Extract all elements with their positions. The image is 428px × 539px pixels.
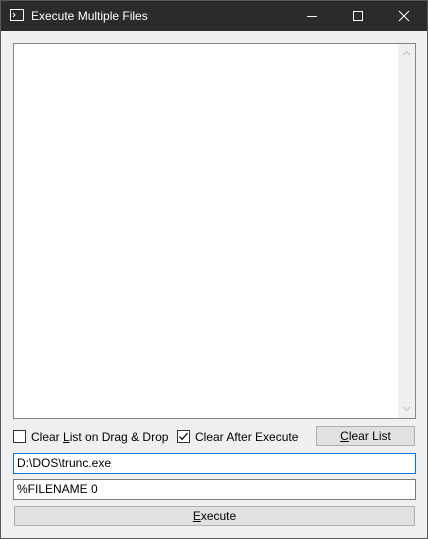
clear-list-on-drop-label: Clear List on Drag & Drop — [31, 430, 169, 444]
title-bar[interactable]: Execute Multiple Files — [1, 1, 427, 31]
clear-after-execute-label: Clear After Execute — [195, 430, 299, 444]
file-list[interactable] — [13, 43, 416, 419]
clear-list-on-drop-checkbox[interactable]: Clear List on Drag & Drop — [13, 429, 168, 445]
maximize-icon — [353, 11, 363, 21]
checkbox-checked[interactable] — [177, 430, 190, 443]
executable-path-field[interactable]: D:\DOS\trunc.exe — [13, 453, 416, 474]
console-icon — [10, 9, 24, 21]
checkbox-unchecked[interactable] — [13, 430, 26, 443]
clear-after-execute-checkbox[interactable]: Clear After Execute — [177, 429, 307, 445]
execute-button[interactable]: Execute — [14, 506, 415, 526]
maximize-button[interactable] — [335, 1, 381, 31]
clear-list-button[interactable]: Clear List — [316, 426, 415, 446]
vertical-scrollbar[interactable] — [398, 44, 415, 418]
close-button[interactable] — [381, 1, 427, 31]
minimize-icon — [307, 16, 317, 17]
scroll-down-icon[interactable] — [402, 405, 411, 412]
scroll-up-icon[interactable] — [402, 50, 411, 57]
close-icon — [398, 10, 410, 22]
checkmark-icon — [179, 432, 188, 441]
execute-multiple-files-window: Execute Multiple Files Clear List on Dra… — [0, 0, 428, 539]
arguments-field[interactable]: %FILENAME 0 — [13, 479, 416, 500]
window-title: Execute Multiple Files — [31, 9, 148, 23]
minimize-button[interactable] — [289, 1, 335, 31]
